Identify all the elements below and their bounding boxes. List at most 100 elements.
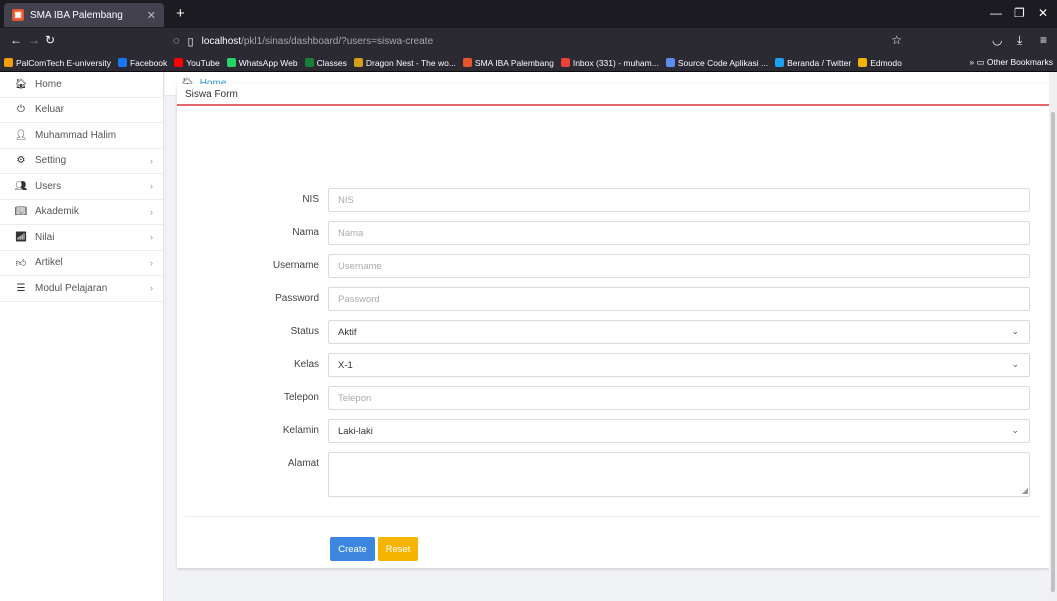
shield-icon: ◌ (173, 35, 180, 47)
browser-tab[interactable]: ▣ SMA IBA Palembang ✕ (4, 3, 164, 27)
pocket-icon[interactable]: ◡ (992, 33, 1002, 47)
bookmark-item[interactable]: YouTube (174, 57, 220, 68)
bookmark-label: PalComTech E-university (16, 57, 111, 68)
menu-icon[interactable]: ≡ (1040, 33, 1047, 47)
bookmark-label: SMA IBA Palembang (474, 57, 554, 68)
sidebar-item-users[interactable]: 👥︎ Users › (0, 174, 163, 200)
nis-input[interactable]: NIS (328, 188, 1030, 212)
bookmark-item[interactable]: Classes (304, 58, 347, 68)
bookmark-item[interactable]: Facebook (117, 57, 168, 68)
chevron-right-icon: › (150, 155, 153, 166)
telepon-input[interactable]: Telepon (328, 386, 1030, 410)
alamat-textarea[interactable] (328, 452, 1030, 497)
nama-label: Nama (292, 227, 319, 238)
form-divider (185, 516, 1041, 517)
bookmark-item[interactable]: Edmodo (858, 58, 902, 68)
kelamin-label: Kelamin (282, 425, 319, 436)
page-scrollbar[interactable] (1049, 72, 1057, 601)
chevron-down-icon: ⌄ (1011, 359, 1019, 369)
power-icon: ⏻ (17, 104, 25, 116)
sidebar-item-label: Nilai (35, 231, 55, 243)
bookmark-item[interactable]: Source Code Aplikasi ... (665, 58, 768, 68)
bookmark-item[interactable]: Beranda / Twitter (775, 58, 851, 68)
reset-button[interactable]: Reset (378, 537, 418, 561)
bookmark-item[interactable]: Inbox (331) - muham... (560, 58, 659, 68)
status-select[interactable]: Aktif ⌄ (328, 320, 1030, 344)
kelas-value: X-1 (338, 359, 353, 371)
password-input[interactable]: Password (328, 287, 1030, 311)
bookmark-item[interactable]: PalComTech E-university (4, 58, 111, 68)
chevron-right-icon: › (150, 283, 153, 294)
sidebar-item-label: Akademik (35, 206, 79, 218)
restore-icon[interactable]: ❐ (1014, 6, 1025, 20)
download-icon[interactable]: ⤓ (1017, 33, 1022, 48)
sidebar-item-label: Keluar (35, 104, 64, 116)
sidebar-item-label: Users (35, 180, 62, 192)
bookmark-star-icon[interactable]: ☆ (891, 33, 902, 47)
sidebar-item-muhammad-halim[interactable]: 👤︎ Muhammad Halim (0, 123, 163, 149)
sidebar-item-modul-pelajaran[interactable]: ☰ Modul Pelajaran › (0, 276, 163, 302)
forward-icon[interactable]: → (28, 33, 40, 47)
sidebar-item-artikel[interactable]: 👍︎ Artikel › (0, 251, 163, 276)
user-icon: 👤︎ (14, 129, 28, 141)
form-row-telepon: Telepon Telepon (177, 386, 1049, 410)
page-icon: ▯ (187, 35, 194, 48)
new-tab-icon[interactable]: + (176, 5, 185, 22)
bookmarks-bar: PalComTech E-university Facebook YouTube Wh… (0, 54, 1057, 72)
bar-chart-icon: 📶︎ (14, 231, 28, 243)
sidebar-item-akademik[interactable]: 📖︎ Akademik › (0, 200, 163, 225)
bookmark-label: YouTube (186, 57, 220, 68)
siswa-form-card: Siswa Form NIS NIS Nama Nama Username Us… (177, 84, 1049, 568)
sidebar-item-setting[interactable]: ⚙ Setting › (0, 149, 163, 174)
sidebar-item-label: Home (35, 78, 62, 90)
url-host: localhost (201, 35, 242, 47)
bookmark-favicon-icon (775, 58, 785, 67)
other-bookmarks[interactable]: » ▭ Other Bookmarks (961, 57, 1053, 68)
telepon-label: Telepon (283, 392, 319, 403)
card-title: Siswa Form (177, 84, 1049, 106)
password-label: Password (275, 293, 319, 304)
bookmark-label: Dragon Nest - The wo... (365, 57, 456, 68)
username-input[interactable]: Username (328, 254, 1030, 278)
bookmark-item[interactable]: WhatsApp Web (226, 58, 298, 68)
alamat-label: Alamat (287, 458, 319, 469)
users-icon: 👥︎ (14, 180, 28, 192)
chevron-right-icon: › (150, 232, 153, 243)
create-button[interactable]: Create (330, 537, 375, 561)
bookmark-item[interactable]: SMA IBA Palembang (462, 57, 554, 68)
bookmark-label: Edmodo (870, 57, 902, 68)
form-row-kelamin: Kelamin Laki-laki ⌄ (177, 419, 1049, 443)
browser-tab-bar: ▣ SMA IBA Palembang ✕ + — ❐ ✕ (0, 0, 1057, 28)
minimize-icon[interactable]: — (990, 6, 1002, 20)
kelas-label: Kelas (293, 359, 319, 370)
close-window-icon[interactable]: ✕ (1038, 6, 1048, 20)
reload-icon[interactable]: ↻ (45, 33, 55, 47)
sidebar-item-label: Modul Pelajaran (35, 282, 108, 294)
form-row-username: Username Username (177, 254, 1049, 278)
scrollbar-thumb[interactable] (1051, 112, 1055, 592)
chevron-down-icon: ⌄ (1011, 326, 1019, 336)
chevron-right-icon: › (150, 257, 153, 268)
status-label: Status (290, 326, 319, 337)
sidebar-item-home[interactable]: 🏠︎ Home (0, 72, 163, 98)
sidebar-item-nilai[interactable]: 📶︎ Nilai › (0, 225, 163, 251)
sidebar-item-keluar[interactable]: ⏻ Keluar (0, 98, 163, 123)
other-bookmarks-label: Other Bookmarks (986, 57, 1053, 67)
bookmark-item[interactable]: Dragon Nest - The wo... (353, 57, 456, 68)
browser-nav-bar: ← → ↻ ◌ ▯ localhost/pkl1/sinas/dashboard… (0, 28, 1057, 54)
url-bar[interactable]: ◌ ▯ localhost/pkl1/sinas/dashboard/?user… (165, 30, 910, 52)
form-row-status: Status Aktif ⌄ (177, 320, 1049, 344)
bookmark-label: Facebook (129, 57, 168, 68)
bookmark-favicon-icon (226, 58, 236, 67)
kelamin-select[interactable]: Laki-laki ⌄ (328, 419, 1030, 443)
nama-input[interactable]: Nama (328, 221, 1030, 245)
close-tab-icon[interactable]: ✕ (147, 9, 156, 22)
sidebar-item-label: Muhammad Halim (35, 129, 117, 141)
back-icon[interactable]: ← (10, 33, 22, 47)
bookmark-label: Beranda / Twitter (787, 57, 852, 68)
url-path: /pkl1/sinas/dashboard/?users=siswa-creat… (241, 35, 434, 47)
bookmark-favicon-icon (462, 58, 472, 67)
kelas-select[interactable]: X-1 ⌄ (328, 353, 1030, 377)
sidebar-item-label: Setting (35, 155, 67, 167)
form-row-nama: Nama Nama (177, 221, 1049, 245)
